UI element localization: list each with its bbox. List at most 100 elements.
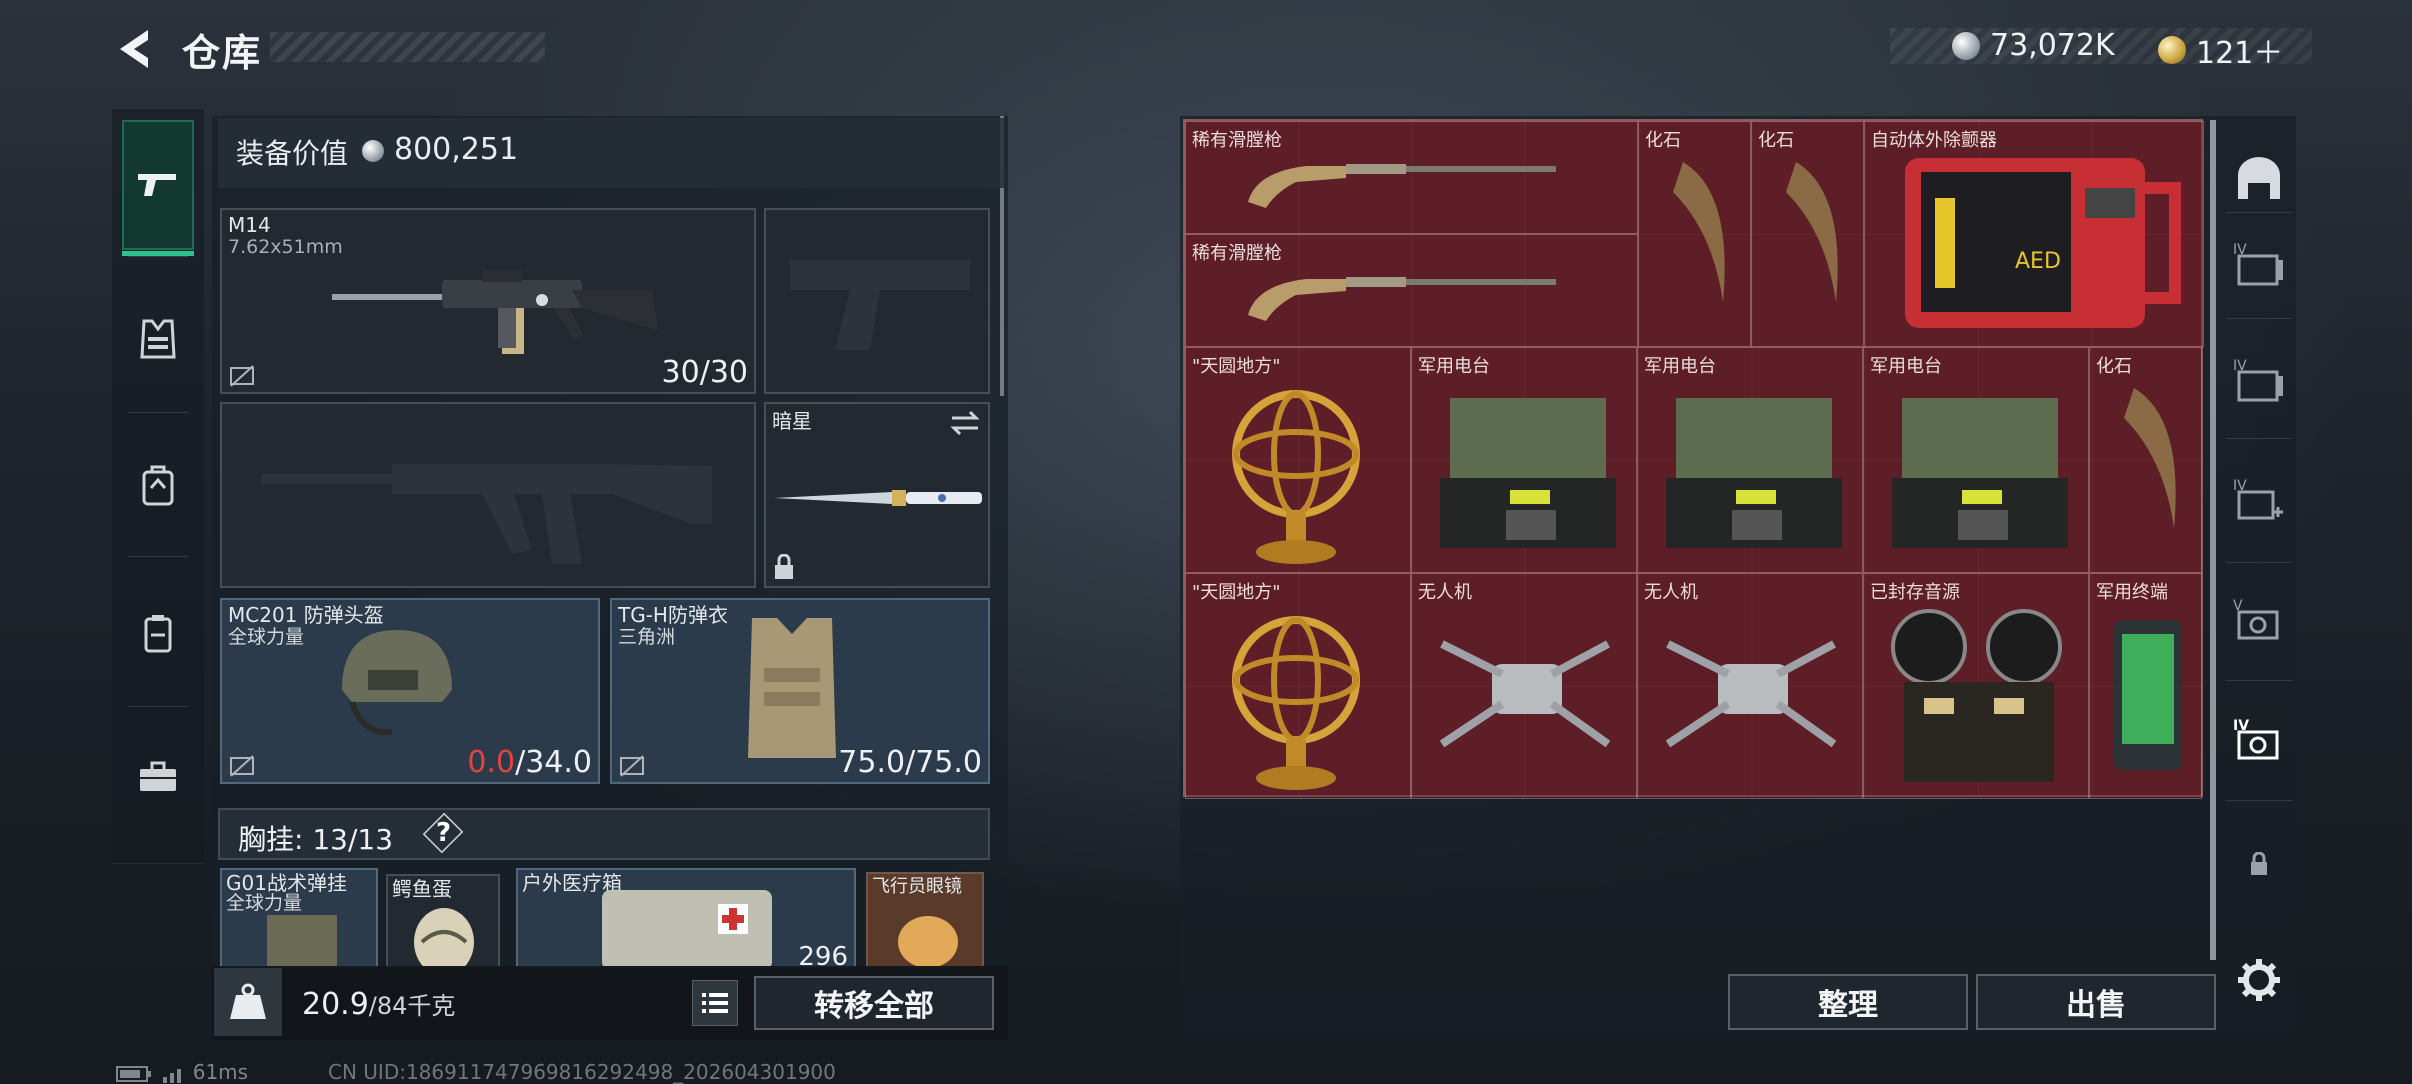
drone-icon (1665, 640, 1837, 748)
back-button[interactable] (112, 26, 158, 72)
stash-item-tape-recorder[interactable]: 已封存音源 (1863, 573, 2089, 799)
crocodile-egg-icon (414, 908, 474, 966)
melee-slot[interactable]: 暗星 (764, 402, 990, 588)
stash-item-musket[interactable]: 稀有滑膛枪 (1185, 234, 1638, 347)
helmet-durability-max: /34.0 (515, 745, 592, 780)
helmet-brand: 全球力量 (228, 626, 305, 648)
stash-item-aed[interactable]: 自动体外除颤器 AED (1864, 121, 2204, 347)
chest-rig-label: 胸挂: (238, 823, 304, 856)
back-arrow-icon (120, 30, 148, 68)
musket-icon (1248, 277, 1556, 321)
rail-divider (128, 556, 188, 557)
helmet-slot[interactable]: MC201 防弹头盔 全球力量 0.0/34.0 (220, 598, 600, 784)
chest-rig-count: 13/13 (312, 823, 394, 856)
military-radio-icon (1666, 398, 1842, 548)
tab-stash-iv-active[interactable]: IV (2226, 690, 2292, 790)
equipment-value: 800,251 (394, 132, 519, 167)
briefcase-icon (140, 761, 176, 791)
rig-slot-tactical[interactable]: G01战术弹挂 全球力量 (220, 868, 378, 968)
defibrillator-icon: AED (1905, 158, 2181, 328)
item-name: 化石 (1758, 130, 1794, 151)
stash-item-fossil[interactable]: 化石 (1751, 121, 1864, 347)
primary-weapon-slot[interactable]: M14 7.62x51mm 30/30 (220, 208, 756, 394)
stash-scrollbar[interactable] (2210, 120, 2216, 960)
reel-recorder-icon (1891, 609, 2062, 782)
swap-icon[interactable] (950, 410, 980, 436)
storage-box-icon: IV (2233, 242, 2283, 286)
stash-item-armillary[interactable]: "天圆地方" (1185, 347, 1411, 573)
no-insurance-icon (620, 755, 644, 777)
rig-item-name: 飞行员眼镜 (872, 876, 962, 897)
stash-item-fossil[interactable]: 化石 (1638, 121, 1751, 347)
silver-coin-icon (362, 140, 384, 162)
helmet-durability-current: 0.0 (467, 745, 516, 780)
tab-chest-rig[interactable] (122, 274, 194, 404)
rifle-m14-icon (332, 270, 658, 354)
stash-item-radio[interactable]: 军用电台 (1863, 347, 2089, 573)
medkit-count: 296 (798, 942, 848, 968)
rig-slot-medkit[interactable]: 户外医疗箱 296 (516, 868, 856, 968)
ammo-count: 30/30 (661, 355, 748, 390)
user-uid: CN UID:186911747969816292498_20260430190… (328, 1060, 836, 1084)
stash-item-drone[interactable]: 无人机 (1411, 573, 1637, 799)
tab-stash-locked[interactable] (2226, 814, 2292, 914)
stash-item-radio[interactable]: 军用电台 (1637, 347, 1863, 573)
weight-max: /84千克 (368, 992, 456, 1020)
tab-weapons[interactable] (122, 120, 194, 256)
sell-button[interactable]: 出售 (1976, 974, 2216, 1030)
rail-divider (2226, 438, 2292, 439)
item-name: 军用电台 (1644, 356, 1716, 377)
tab-backpack[interactable] (122, 420, 194, 550)
camera-box-icon: IV (2233, 718, 2279, 760)
rig-item-name: 鳄鱼蛋 (392, 877, 452, 901)
item-name: 无人机 (1644, 582, 1698, 603)
gold-coin-icon (2158, 36, 2186, 64)
military-radio-icon (1892, 398, 2068, 548)
stash-item-radio[interactable]: 军用电台 (1411, 347, 1637, 573)
gear-icon (2238, 959, 2280, 1001)
sort-button[interactable]: 整理 (1728, 974, 1968, 1030)
page-title: 仓库 (182, 31, 263, 75)
gold-currency[interactable]: 121＋ (2158, 28, 2283, 72)
rail-divider (128, 256, 188, 257)
aviator-glasses-icon (898, 916, 958, 966)
tab-stash-home[interactable] (2226, 128, 2292, 228)
stash-item-terminal[interactable]: 军用终端 (2089, 573, 2202, 799)
camera-box-icon: V (2233, 598, 2279, 640)
settings-button[interactable] (2226, 930, 2292, 1030)
tab-stash-iv-1[interactable]: IV (2226, 214, 2292, 314)
tab-stash-v[interactable]: V (2226, 570, 2292, 670)
pistol-slot[interactable] (764, 208, 990, 394)
rail-divider (2226, 562, 2292, 563)
stash-item-fossil[interactable]: 化石 (2089, 347, 2202, 573)
pistol-icon (138, 174, 176, 196)
list-view-button[interactable] (692, 980, 738, 1026)
stash-item-armillary[interactable]: "天圆地方" (1185, 573, 1411, 799)
helmet-durability: 0.0/34.0 (467, 745, 592, 780)
secondary-weapon-slot[interactable] (220, 402, 756, 588)
tab-safe-case[interactable] (122, 712, 194, 842)
rig-slot-egg[interactable]: 鳄鱼蛋 (386, 874, 500, 968)
pistol-silhouette-icon (790, 260, 970, 350)
armor-brand: 三角洲 (618, 626, 676, 648)
armor-durability: 75.0/75.0 (838, 745, 982, 780)
help-icon[interactable]: ? (436, 818, 451, 848)
backpack-icon (142, 465, 174, 506)
stash-item-musket[interactable]: 稀有滑膛枪 (1185, 121, 1638, 234)
weight-icon-box (214, 968, 282, 1036)
item-name: 军用电台 (1870, 356, 1942, 377)
silver-currency[interactable]: 73,072K (1952, 28, 2115, 63)
tab-stash-iv-2[interactable]: IV (2226, 330, 2292, 430)
transfer-all-button[interactable]: 转移全部 (754, 976, 994, 1030)
fossil-claw-icon (1673, 162, 1725, 302)
body-armor-slot[interactable]: TG-H防弹衣 三角洲 75.0/75.0 (610, 598, 990, 784)
melee-name: 暗星 (772, 409, 812, 433)
tab-pouch[interactable] (122, 568, 194, 698)
item-name: 已封存音源 (1870, 582, 1960, 603)
knife-icon (774, 490, 982, 506)
signal-icon (163, 1068, 182, 1083)
stash-item-drone[interactable]: 无人机 (1637, 573, 1863, 799)
body-armor-icon (748, 618, 836, 758)
rig-slot-glasses[interactable]: 飞行员眼镜 (866, 872, 984, 968)
tab-stash-medical[interactable]: IV (2226, 450, 2292, 550)
